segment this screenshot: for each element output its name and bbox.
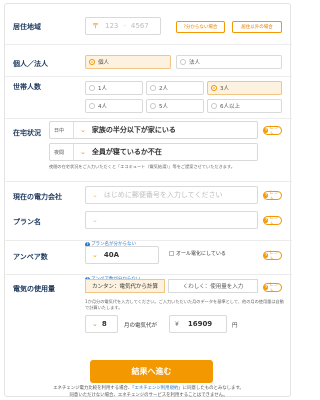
month-select[interactable]: ⌄ 8 [85,315,118,333]
terms-link[interactable]: エネチェンジ利用規約 [134,386,178,391]
question-icon: ? [264,218,269,223]
terms-notice: エネチェンジ電力比較を利用する場合、「エネチェンジ利用規約」に同意したものとみな… [5,386,292,399]
divider [5,274,292,275]
radio-dot [89,59,95,65]
household-4-radio[interactable]: 4人 [85,99,143,113]
question-icon: ? [264,285,269,290]
checkbox-box [169,251,174,256]
postal-part1: 123 [105,22,119,30]
bill-amount-value: 16909 [187,320,213,328]
hint-label: ヒント [269,190,279,202]
postal-unknown-button[interactable]: ?分からない場合 [176,21,225,33]
home-hint-button[interactable]: ? ヒント [263,125,282,137]
divider [5,181,292,182]
all-electric-checkbox[interactable]: オール電化にしている [169,250,226,257]
divider [5,76,292,77]
terms-text-pre: エネチェンジ電力比較を利用する場合、「 [53,386,135,391]
postal-label: 居住地域 [13,23,41,31]
ampere-label: アンペア数 [13,253,48,261]
radio-label: 3人 [220,86,229,92]
divider [5,44,292,45]
radio-label: 法人 [189,60,201,66]
home-day-value: 家族の半分以下が家にいる [91,126,176,134]
terms-text-post: 」に同意したものとみなします。 [178,386,244,391]
radio-label: 5人 [159,104,168,110]
question-icon: ? [264,193,269,198]
hint-label: ヒント [269,125,279,137]
ampere-value: 40A [103,251,120,259]
chevron-down-icon: ⌄ [92,216,98,224]
bill-amount-input[interactable]: ¥ 16909 [169,315,227,333]
home-label: 在宅状況 [13,129,41,137]
home-night-value: 全員が寝ているか不在 [91,148,162,156]
divider [5,118,292,119]
radio-dot [150,103,156,109]
yen-mark: ¥ [175,320,179,328]
postal-code-input[interactable]: 〒 123 - 4567 [85,17,161,35]
postal-outside-button[interactable]: 居住以外の場合 [232,21,282,33]
radio-label: 6人以上 [220,104,240,110]
home-day-select[interactable]: 日中 ⌄ 家族の半分以下が家にいる [49,121,258,139]
chevron-down-icon: ⌄ [92,320,98,328]
postal-part2: 4567 [130,22,149,30]
month-value: 8 [101,320,107,328]
radio-label: 2人 [159,86,168,92]
ampere-hint-button[interactable]: ? ヒント [263,250,282,262]
yen-suffix: 円 [232,323,238,329]
applicant-corporate-radio[interactable]: 法人 [176,55,282,69]
home-night-select[interactable]: 夜間 ⌄ 全員が寝ているか不在 [49,143,258,161]
radio-dot [89,103,95,109]
simulation-form: 居住地域 〒 123 - 4567 ?分からない場合 居住以外の場合 個人／法人… [4,3,292,399]
radio-dot [89,85,95,91]
terms-line2: 同意いただけない場合、エネチェンジのサービスを利用することはできません。 [69,392,228,398]
radio-dot [211,85,217,91]
household-label: 世帯人数 [13,83,41,91]
applicant-individual-radio[interactable]: 個人 [85,55,171,69]
hint-label: ヒント [269,282,279,294]
radio-label: 個人 [98,60,110,66]
company-label: 現在の電力会社 [13,193,62,201]
question-icon: ? [264,253,269,258]
usage-note: 1か月分の電気代を入力してください。ご入力いただいた月のデータを基準として、他の… [85,299,284,311]
household-2-radio[interactable]: 2人 [146,81,204,95]
submit-button[interactable]: 結果へ進む [90,360,213,383]
ampere-select[interactable]: ⌄ 40A [85,246,159,264]
home-note: 夜間の在宅状況をご入力いただくと「エコキュート（電気給湯）」等をご提案させていた… [49,164,235,169]
chevron-down-icon: ⌄ [92,191,98,199]
chevron-down-icon: ⌄ [80,126,86,134]
postal-mark: 〒 [92,22,99,30]
radio-label: 1人 [98,86,107,92]
tab-detailed[interactable]: くわしく：使用量を入力 [168,279,258,293]
radio-dot [211,103,217,109]
household-6plus-radio[interactable]: 6人以上 [207,99,282,113]
company-select[interactable]: ⌄ はじめに郵便番号を入力してください [85,186,258,204]
plan-label: プラン名 [13,218,41,226]
radio-label: 4人 [98,104,107,110]
home-night-label: 夜間 [50,144,74,160]
plan-hint-button[interactable]: ? ヒント [263,215,282,227]
household-3-radio[interactable]: 3人 [207,81,282,95]
divider [5,240,292,241]
usage-label: 電気の使用量 [13,285,55,293]
checkbox-label: オール電化にしている [176,251,226,257]
chevron-down-icon: ⌄ [80,148,86,156]
household-5-radio[interactable]: 5人 [146,99,204,113]
home-day-label: 日中 [50,122,74,138]
company-placeholder: はじめに郵便番号を入力してください [103,191,223,199]
tab-simple[interactable]: カンタン：電気代から計算 [85,279,165,293]
applicant-label: 個人／法人 [13,60,48,68]
household-1-radio[interactable]: 1人 [85,81,143,95]
usage-hint-button[interactable]: ? ヒント [263,282,282,294]
radio-dot [180,59,186,65]
chevron-down-icon: ⌄ [92,251,98,259]
radio-dot [150,85,156,91]
question-icon: ? [264,128,269,133]
company-hint-button[interactable]: ? ヒント [263,190,282,202]
hint-label: ヒント [269,215,279,227]
month-suffix: 月の電気代が [124,323,158,329]
hint-label: ヒント [269,250,279,262]
plan-select[interactable]: ⌄ [85,211,258,229]
